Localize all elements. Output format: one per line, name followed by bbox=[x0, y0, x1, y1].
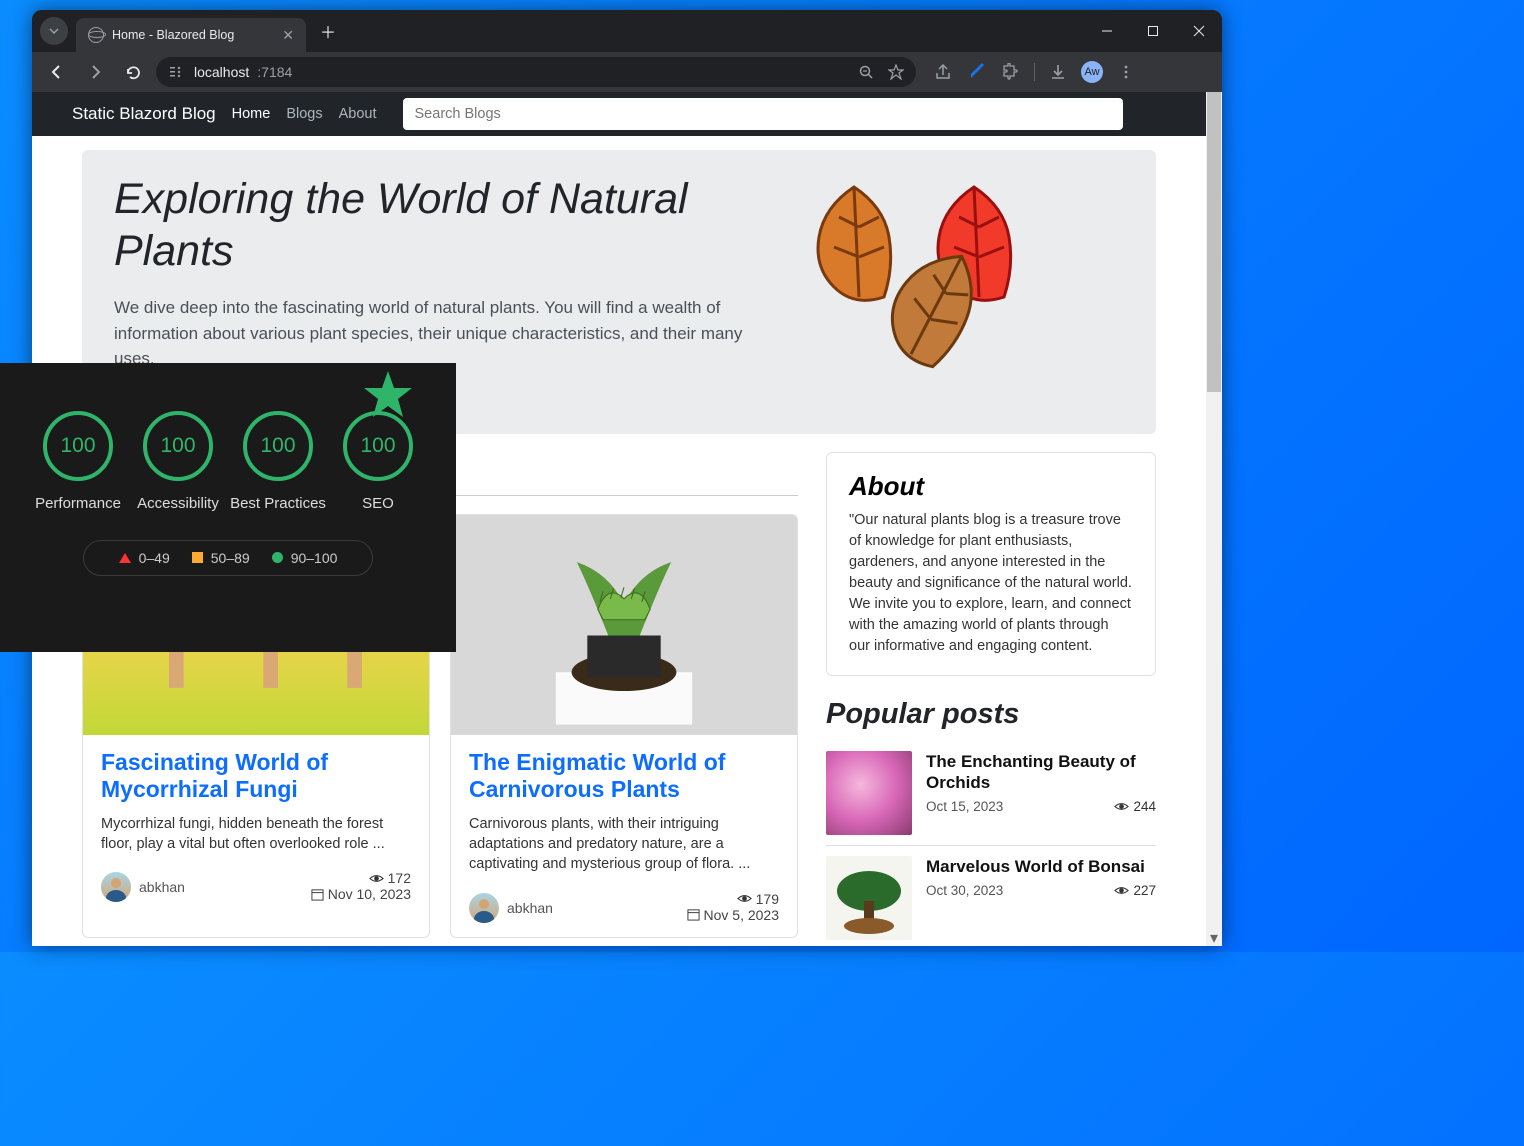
maximize-button[interactable] bbox=[1130, 13, 1176, 49]
nav-home[interactable]: Home bbox=[232, 106, 271, 122]
lh-label: SEO bbox=[328, 495, 428, 514]
lighthouse-panel: 100 Performance 100 Accessibility 100 Be… bbox=[0, 363, 456, 652]
url-input[interactable]: localhost :7184 bbox=[156, 57, 916, 87]
close-tab-button[interactable]: ✕ bbox=[282, 27, 294, 44]
profile-avatar[interactable]: Aw bbox=[1081, 61, 1103, 83]
extensions-icon[interactable] bbox=[1000, 61, 1022, 83]
site-header: Static Blazord Blog Home Blogs About bbox=[32, 92, 1222, 136]
post-excerpt: Carnivorous plants, with their intriguin… bbox=[469, 814, 779, 875]
nav-blogs[interactable]: Blogs bbox=[286, 106, 322, 122]
separator bbox=[1034, 63, 1035, 81]
eyedropper-icon[interactable] bbox=[966, 61, 988, 83]
popular-post-item[interactable]: The Enchanting Beauty of Orchids Oct 15,… bbox=[826, 741, 1156, 846]
author-name: abkhan bbox=[139, 879, 185, 895]
post-author[interactable]: abkhan bbox=[101, 872, 185, 902]
downloads-icon[interactable] bbox=[1047, 61, 1069, 83]
popular-date: Oct 15, 2023 bbox=[926, 799, 1003, 814]
nav-about[interactable]: About bbox=[339, 106, 377, 122]
forward-button[interactable] bbox=[80, 57, 110, 87]
tab-title: Home - Blazored Blog bbox=[112, 28, 234, 42]
triangle-icon bbox=[119, 553, 131, 563]
author-avatar bbox=[469, 893, 499, 923]
scrollbar[interactable]: ▾ bbox=[1206, 92, 1222, 946]
lh-metric-performance: 100 Performance bbox=[28, 411, 128, 514]
address-bar: localhost :7184 Aw bbox=[32, 52, 1222, 92]
lh-score: 100 bbox=[43, 411, 113, 481]
calendar-icon bbox=[311, 888, 324, 901]
reload-button[interactable] bbox=[118, 57, 148, 87]
lh-metric-accessibility: 100 Accessibility bbox=[128, 411, 228, 514]
scrollbar-thumb[interactable] bbox=[1207, 92, 1221, 392]
lh-legend: 0–49 50–89 90–100 bbox=[83, 540, 373, 576]
popular-views: 227 bbox=[1133, 883, 1156, 898]
popular-date: Oct 30, 2023 bbox=[926, 883, 1003, 898]
popular-title: Marvelous World of Bonsai bbox=[926, 856, 1156, 877]
back-button[interactable] bbox=[42, 57, 72, 87]
popular-thumb bbox=[826, 751, 912, 835]
about-box: About "Our natural plants blog is a trea… bbox=[826, 452, 1156, 676]
popular-posts-heading: Popular posts bbox=[826, 698, 1156, 731]
legend-mid: 50–89 bbox=[211, 550, 250, 566]
square-icon bbox=[192, 552, 203, 563]
url-host: localhost bbox=[194, 64, 249, 80]
post-title-link[interactable]: The Enigmatic World of Carnivorous Plant… bbox=[469, 749, 779, 804]
legend-low: 0–49 bbox=[139, 550, 170, 566]
post-card: The Enigmatic World of Carnivorous Plant… bbox=[450, 514, 798, 938]
author-avatar bbox=[101, 872, 131, 902]
popular-title: The Enchanting Beauty of Orchids bbox=[926, 751, 1156, 794]
url-port: :7184 bbox=[257, 64, 292, 80]
post-image bbox=[451, 515, 797, 735]
views-icon bbox=[369, 871, 384, 886]
post-excerpt: Mycorrhizal fungi, hidden beneath the fo… bbox=[101, 814, 411, 855]
views-icon bbox=[1114, 883, 1129, 898]
window-controls bbox=[1084, 13, 1222, 49]
post-date: Nov 10, 2023 bbox=[328, 886, 411, 902]
tab-search-button[interactable] bbox=[40, 17, 68, 45]
search-input[interactable] bbox=[403, 98, 1123, 130]
author-name: abkhan bbox=[507, 900, 553, 916]
legend-high: 90–100 bbox=[291, 550, 338, 566]
lh-label: Performance bbox=[28, 495, 128, 514]
star-icon bbox=[362, 369, 414, 424]
lh-score: 100 bbox=[243, 411, 313, 481]
menu-icon[interactable] bbox=[1115, 61, 1137, 83]
circle-icon bbox=[272, 552, 283, 563]
post-date: Nov 5, 2023 bbox=[704, 907, 780, 923]
site-title: Static Blazord Blog bbox=[72, 104, 216, 124]
bookmark-icon[interactable] bbox=[886, 62, 906, 82]
lh-label: Best Practices bbox=[228, 495, 328, 514]
close-window-button[interactable] bbox=[1176, 13, 1222, 49]
views-icon bbox=[737, 891, 752, 906]
tab-bar: Home - Blazored Blog ✕ ＋ bbox=[32, 10, 1222, 52]
post-views: 179 bbox=[756, 891, 779, 907]
popular-post-item[interactable]: Marvelous World of Bonsai Oct 30, 2023 2… bbox=[826, 846, 1156, 946]
zoom-icon[interactable] bbox=[856, 62, 876, 82]
about-text: "Our natural plants blog is a treasure t… bbox=[849, 510, 1133, 657]
popular-thumb bbox=[826, 856, 912, 940]
post-author[interactable]: abkhan bbox=[469, 893, 553, 923]
lh-metric-best-practices: 100 Best Practices bbox=[228, 411, 328, 514]
minimize-button[interactable] bbox=[1084, 13, 1130, 49]
post-views: 172 bbox=[388, 870, 411, 886]
scroll-down-button[interactable]: ▾ bbox=[1206, 930, 1222, 946]
site-info-icon[interactable] bbox=[166, 62, 186, 82]
lh-metric-seo: 100 SEO bbox=[328, 411, 428, 514]
globe-icon bbox=[88, 27, 104, 43]
about-heading: About bbox=[849, 471, 1133, 502]
hero-description: We dive deep into the fascinating world … bbox=[114, 295, 764, 372]
popular-views: 244 bbox=[1133, 799, 1156, 814]
new-tab-button[interactable]: ＋ bbox=[314, 17, 342, 45]
post-title-link[interactable]: Fascinating World of Mycorrhizal Fungi bbox=[101, 749, 411, 804]
share-icon[interactable] bbox=[932, 61, 954, 83]
browser-tab[interactable]: Home - Blazored Blog ✕ bbox=[76, 18, 306, 52]
lh-label: Accessibility bbox=[128, 495, 228, 514]
hero-title: Exploring the World of Natural Plants bbox=[114, 174, 764, 277]
views-icon bbox=[1114, 799, 1129, 814]
calendar-icon bbox=[687, 908, 700, 921]
lh-score: 100 bbox=[143, 411, 213, 481]
hero-image bbox=[764, 174, 1064, 410]
